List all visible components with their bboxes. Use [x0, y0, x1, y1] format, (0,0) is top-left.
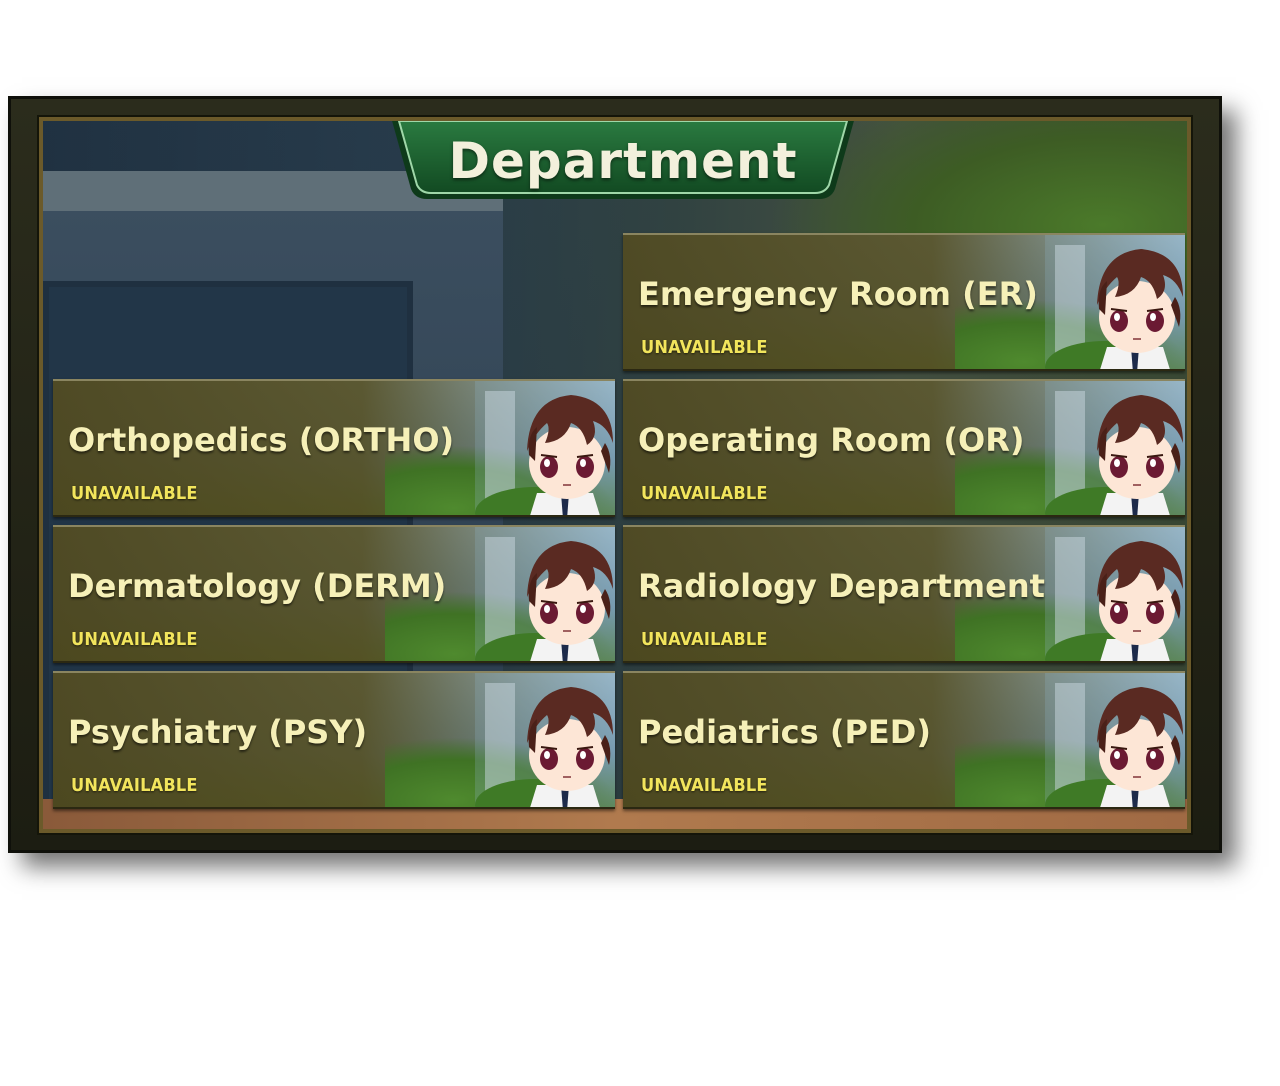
doctor-avatar-icon: [1045, 673, 1185, 807]
department-card-er[interactable]: Emergency Room (ER) UNAVAILABLE: [623, 233, 1185, 371]
department-card-ortho[interactable]: Orthopedics (ORTHO) UNAVAILABLE: [53, 379, 615, 517]
doctor-avatar-icon: [1045, 381, 1185, 515]
doctor-avatar-icon: [475, 673, 615, 807]
department-name: Dermatology (DERM): [68, 567, 447, 605]
doctor-avatar-icon: [475, 527, 615, 661]
department-card-derm[interactable]: Dermatology (DERM) UNAVAILABLE: [53, 525, 615, 663]
department-card-or[interactable]: Operating Room (OR) UNAVAILABLE: [623, 379, 1185, 517]
department-card-psy[interactable]: Psychiatry (PSY) UNAVAILABLE: [53, 671, 615, 809]
page-title: Department: [448, 132, 798, 190]
department-card-ped[interactable]: Pediatrics (PED) UNAVAILABLE: [623, 671, 1185, 809]
department-name: Psychiatry (PSY): [68, 713, 368, 751]
department-name: Radiology Department: [638, 567, 1045, 605]
status-label: UNAVAILABLE: [71, 483, 198, 504]
status-label: UNAVAILABLE: [71, 629, 198, 650]
status-label: UNAVAILABLE: [641, 483, 768, 504]
title-banner: Department: [383, 121, 863, 209]
department-panel: Emergency Room (ER) UNAVAILABLE Orthoped…: [37, 115, 1193, 835]
doctor-avatar-icon: [1045, 235, 1185, 369]
department-name: Pediatrics (PED): [638, 713, 931, 751]
doctor-avatar-icon: [475, 381, 615, 515]
department-name: Emergency Room (ER): [638, 275, 1038, 313]
status-label: UNAVAILABLE: [71, 775, 198, 796]
department-window: Emergency Room (ER) UNAVAILABLE Orthoped…: [8, 96, 1222, 853]
department-name: Operating Room (OR): [638, 421, 1025, 459]
department-name: Orthopedics (ORTHO): [68, 421, 455, 459]
status-label: UNAVAILABLE: [641, 775, 768, 796]
status-label: UNAVAILABLE: [641, 629, 768, 650]
department-card-radiology[interactable]: Radiology Department UNAVAILABLE: [623, 525, 1185, 663]
doctor-avatar-icon: [1045, 527, 1185, 661]
status-label: UNAVAILABLE: [641, 337, 768, 358]
